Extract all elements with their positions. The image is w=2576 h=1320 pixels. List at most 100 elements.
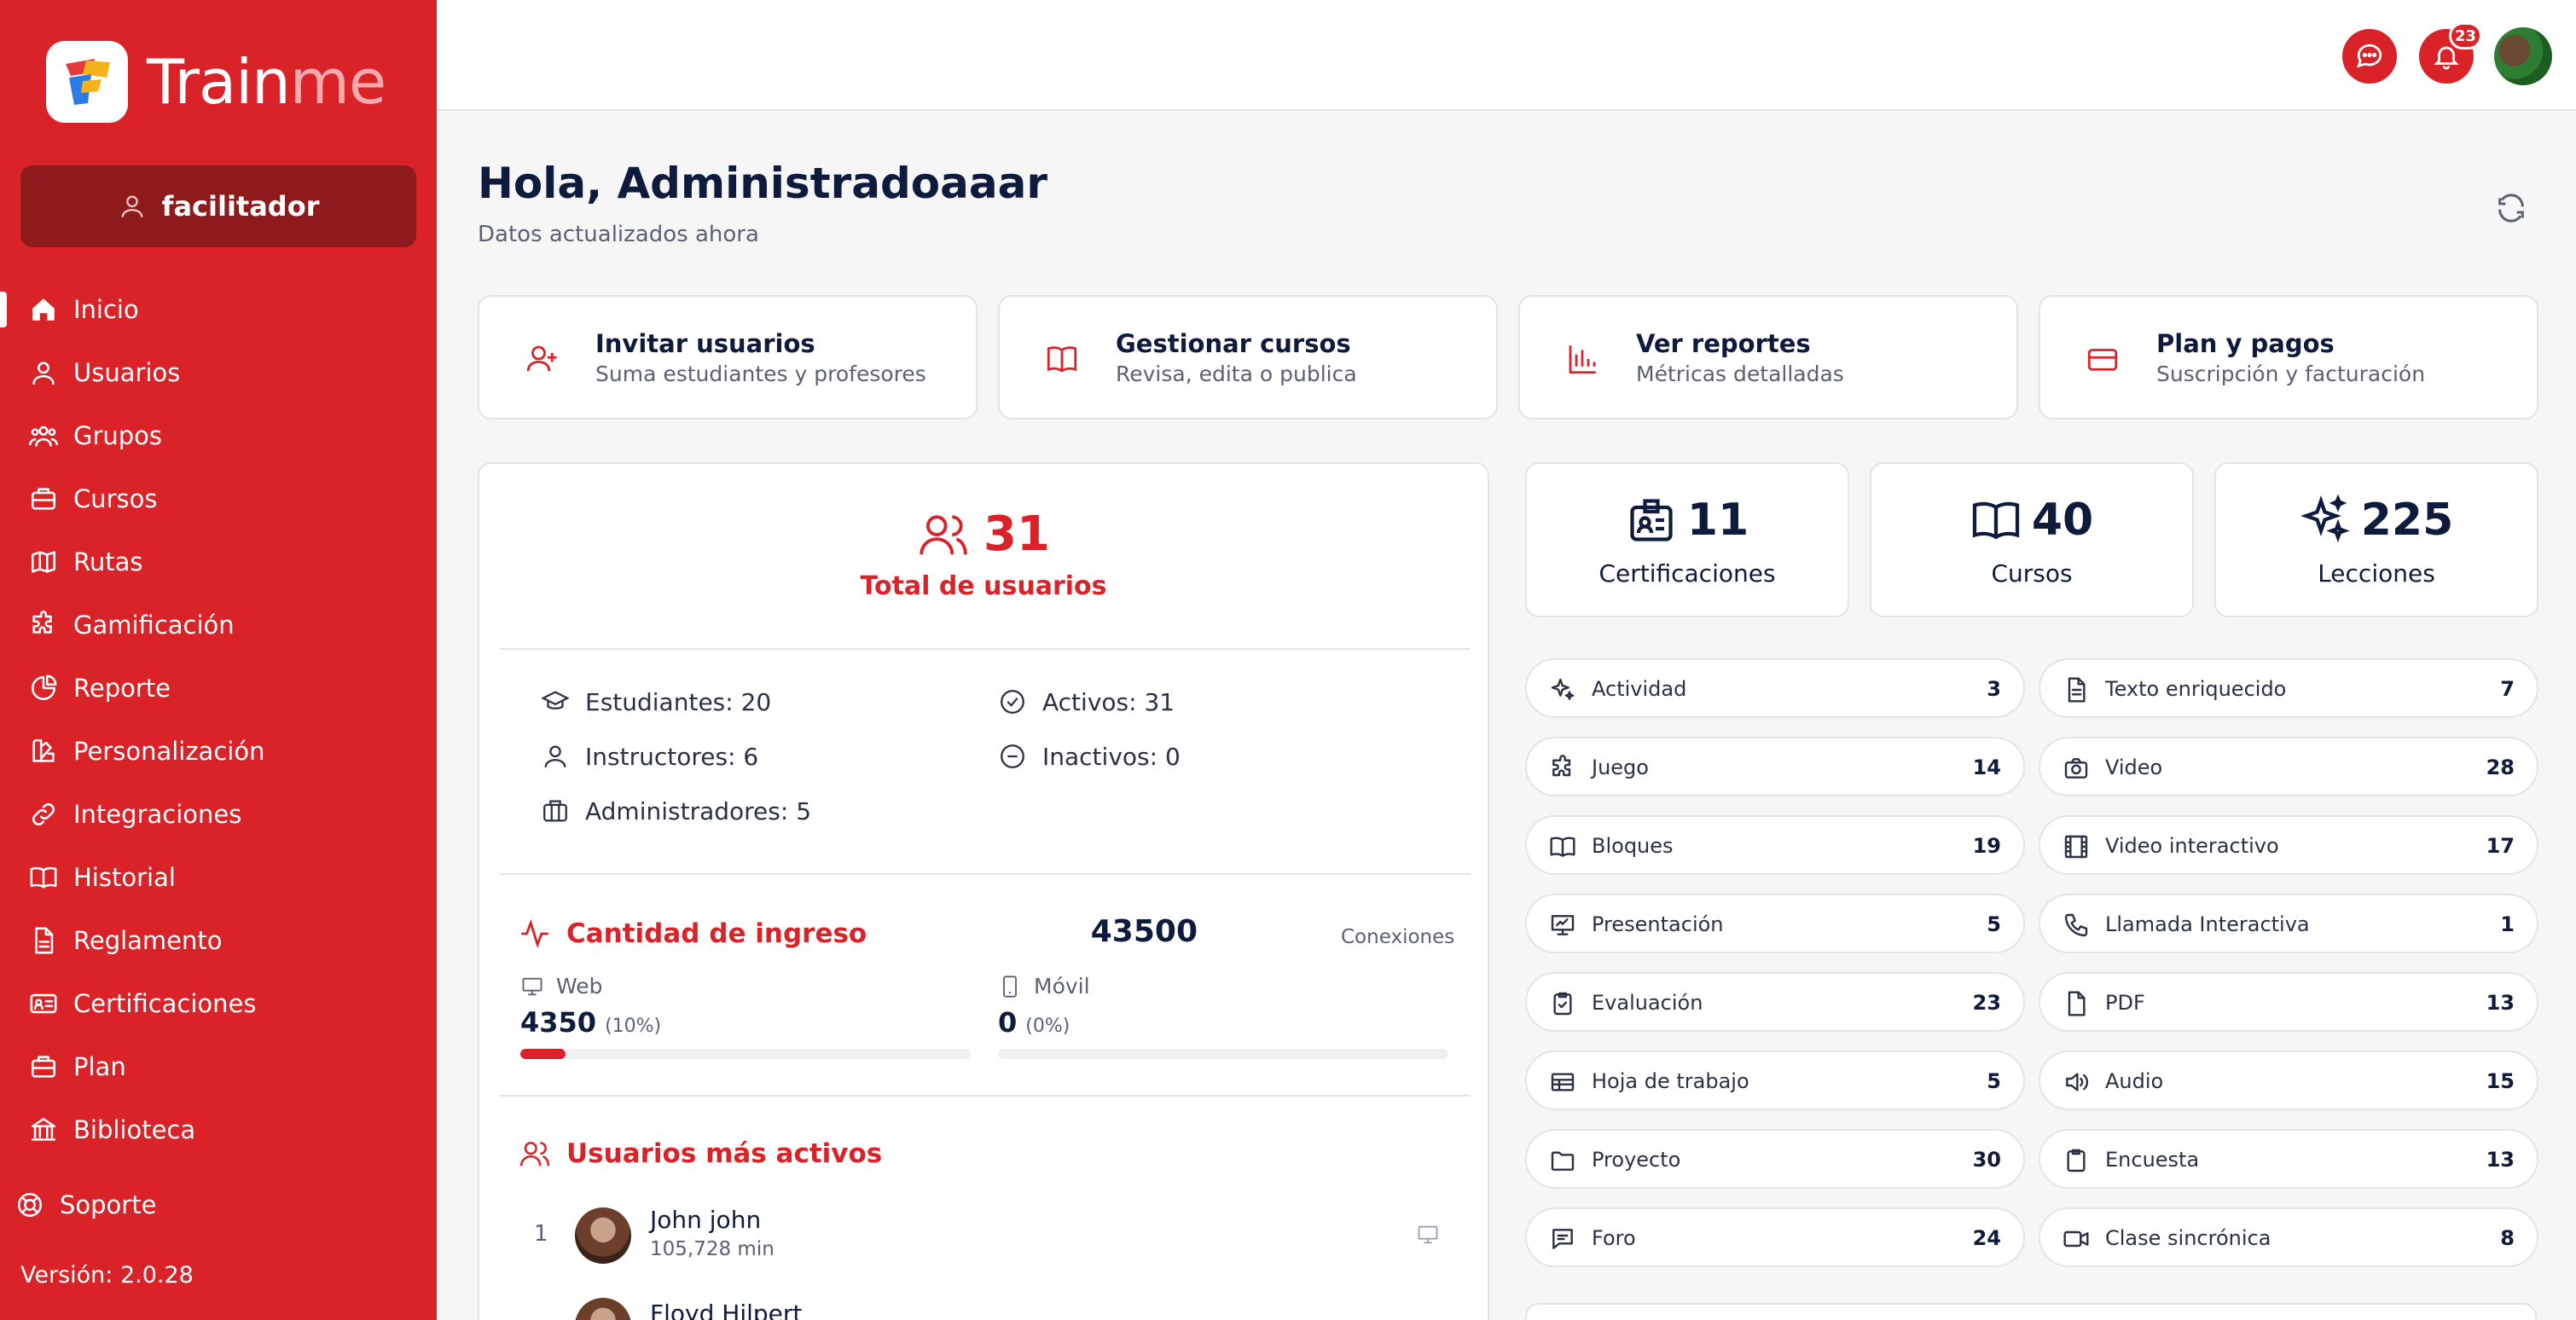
check-circle-icon [1001, 690, 1024, 714]
mobile-label: Móvil [998, 974, 1090, 999]
monitor-icon [1418, 1225, 1438, 1244]
minus-circle-icon [1001, 744, 1024, 768]
sidebar-item-historial[interactable]: Historial [0, 846, 437, 909]
graduation-cap-icon [541, 691, 570, 709]
sidebar-item-rutas[interactable]: Rutas [0, 530, 437, 593]
sidebar-item-label: Grupos [73, 421, 163, 450]
content-type-count: 13 [2486, 1148, 2515, 1172]
sidebar-item-reglamento[interactable]: Reglamento [0, 909, 437, 972]
chat-icon [2357, 43, 2382, 68]
manage-courses-card[interactable]: Gestionar cursos Revisa, edita o publica [998, 295, 1498, 420]
content-type-texto-enriquecido[interactable]: Texto enriquecido 7 [2039, 658, 2538, 718]
admins-stat: Administradores: 5 [541, 796, 811, 825]
content-type-clase-sincronica[interactable]: Clase sincrónica 8 [2039, 1207, 2538, 1267]
content-type-audio[interactable]: Audio 15 [2039, 1051, 2538, 1110]
puzzle-icon [32, 611, 52, 634]
active-user-name[interactable]: John john [650, 1206, 761, 1234]
monitor-icon [522, 977, 542, 995]
file-text-icon [2068, 677, 2086, 703]
content-type-label: Video interactivo [2105, 834, 2279, 858]
content-type-video[interactable]: Video 28 [2039, 737, 2538, 796]
sidebar-item-label: Certificaciones [73, 989, 257, 1018]
content-type-label: Audio [2105, 1069, 2164, 1093]
invite-users-card[interactable]: Invitar usuarios Suma estudiantes y prof… [478, 295, 978, 420]
sidebar-item-biblioteca[interactable]: Biblioteca [0, 1098, 437, 1161]
notification-badge: 23 [2448, 22, 2482, 49]
sidebar-item-certificaciones[interactable]: Certificaciones [0, 972, 437, 1035]
lifebuoy-icon [17, 1192, 43, 1218]
updated-status: Datos actualizados ahora [478, 222, 759, 247]
plan-payments-card[interactable]: Plan y pagos Suscripción y facturación [2039, 295, 2538, 420]
messages-button[interactable] [2342, 29, 2397, 84]
total-users: 31 [479, 507, 1488, 562]
content-type-llamada-interactiva[interactable]: Llamada Interactiva 1 [2039, 894, 2538, 953]
view-reports-card[interactable]: Ver reportes Métricas detalladas [1518, 295, 2018, 420]
content-type-count: 19 [1972, 834, 2001, 858]
content-type-label: Foro [1592, 1226, 1636, 1250]
role-switch-button[interactable]: facilitador [20, 165, 416, 247]
clipboard-icon [2067, 1149, 2086, 1172]
content-type-count: 14 [1972, 756, 2001, 779]
inactive-stat: Inactivos: 0 [998, 742, 1181, 771]
user-icon [32, 362, 55, 385]
library-icon [31, 1117, 56, 1141]
content-type-video-interactivo[interactable]: Video interactivo 17 [2039, 815, 2538, 875]
sidebar-item-reporte[interactable]: Reporte [0, 657, 437, 720]
sidebar-nav: Inicio Usuarios Grupos Cursos Rutas Gamificac… [0, 278, 437, 1161]
sidebar-item-label: Personalización [73, 737, 265, 766]
content-type-actividad[interactable]: Actividad 3 [1525, 658, 2025, 718]
instructors-stat: Instructores: 6 [541, 742, 758, 771]
sidebar-item-label: Inicio [73, 295, 139, 324]
content-type-label: PDF [2105, 991, 2145, 1015]
sidebar-item-usuarios[interactable]: Usuarios [0, 341, 437, 404]
bottom-card [1525, 1303, 2537, 1320]
sidebar-item-inicio[interactable]: Inicio [0, 278, 437, 341]
rank-number: 1 [534, 1221, 548, 1247]
role-label: facilitador [161, 190, 320, 223]
content-type-count: 15 [2486, 1069, 2515, 1093]
content-type-label: Bloques [1592, 834, 1674, 858]
sidebar-item-gamificacion[interactable]: Gamificación [0, 593, 437, 657]
content-type-hoja-de-trabajo[interactable]: Hoja de trabajo 5 [1525, 1051, 2025, 1110]
phone-icon [2064, 913, 2088, 937]
sidebar-item-cursos[interactable]: Cursos [0, 467, 437, 530]
content-type-bloques[interactable]: Bloques 19 [1525, 815, 2025, 875]
content-type-foro[interactable]: Foro 24 [1525, 1207, 2025, 1267]
content-type-juego[interactable]: Juego 14 [1525, 737, 2025, 796]
sidebar-item-label: Historial [73, 863, 176, 892]
content-type-evaluacion[interactable]: Evaluación 23 [1525, 972, 2025, 1032]
sidebar-item-integraciones[interactable]: Integraciones [0, 783, 437, 846]
active-user-name[interactable]: Floyd Hilpert [650, 1300, 802, 1320]
sidebar-item-grupos[interactable]: Grupos [0, 404, 437, 467]
content-type-count: 5 [1987, 912, 2001, 936]
content-type-label: Llamada Interactiva [2105, 912, 2310, 936]
sidebar-item-label: Usuarios [73, 358, 181, 387]
content-type-encuesta[interactable]: Encuesta 13 [2039, 1129, 2538, 1189]
credit-card-icon [2087, 349, 2118, 371]
map-icon [31, 551, 56, 573]
book-icon [1047, 346, 1077, 373]
content-type-presentacion[interactable]: Presentación 5 [1525, 894, 2025, 953]
video-icon [2063, 1230, 2089, 1248]
brand-name: Trainme [147, 46, 386, 118]
user-avatar[interactable] [2494, 27, 2552, 85]
web-label: Web [520, 974, 603, 999]
content-type-proyecto[interactable]: Proyecto 30 [1525, 1129, 2025, 1189]
id-badge-icon [1630, 499, 1673, 541]
web-value: 4350 (10%) [520, 1006, 662, 1039]
brand-logo[interactable]: Trainme [46, 41, 386, 123]
home-icon [32, 298, 55, 321]
content-type-count: 17 [2486, 834, 2515, 858]
sparkles-icon [2300, 495, 2350, 543]
pie-chart-icon [31, 674, 57, 701]
content-type-pdf[interactable]: PDF 13 [2039, 972, 2538, 1032]
file-icon [2068, 991, 2086, 1016]
refresh-icon[interactable] [2494, 191, 2528, 225]
sidebar-item-personalizacion[interactable]: Personalización [0, 720, 437, 783]
user-icon [544, 745, 566, 767]
support-link[interactable]: Soporte [15, 1190, 156, 1219]
notifications-button[interactable]: 23 [2419, 22, 2482, 84]
sidebar-item-label: Integraciones [73, 800, 242, 829]
sidebar-item-label: Biblioteca [73, 1115, 196, 1144]
sidebar-item-plan[interactable]: Plan [0, 1035, 437, 1098]
